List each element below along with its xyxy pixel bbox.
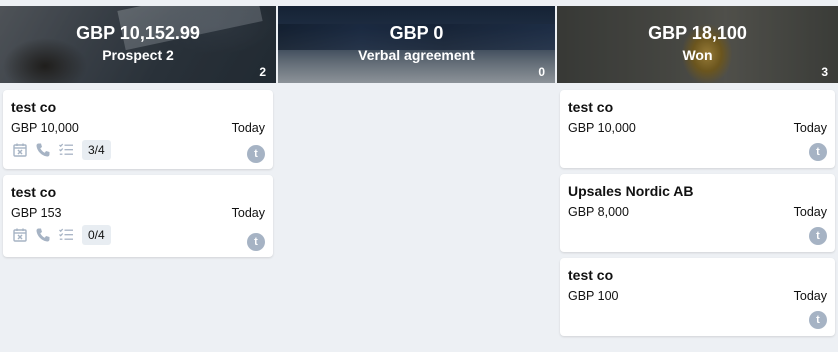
company-name[interactable]: test co [11, 98, 265, 116]
phone-icon[interactable] [34, 141, 52, 159]
opportunity-value: GBP 153 [11, 206, 62, 220]
opportunity-value: GBP 100 [568, 289, 619, 303]
company-name[interactable]: Upsales Nordic AB [568, 182, 827, 200]
company-name[interactable]: test co [568, 266, 827, 284]
avatar[interactable]: t [809, 227, 827, 245]
avatar[interactable]: t [247, 233, 265, 251]
opportunity-card[interactable]: test co GBP 10,000 Today t [560, 90, 835, 168]
avatar[interactable]: t [809, 143, 827, 161]
stage-header-background-image [0, 6, 276, 83]
stage-amount: GBP 0 [389, 23, 444, 43]
stage-amount: GBP 18,100 [648, 23, 747, 43]
stage-column-verbal-agreement: GBP 0 Verbal agreement 0 [278, 6, 555, 352]
checklist-progress[interactable]: 3/4 [82, 140, 111, 160]
opportunity-value: GBP 10,000 [11, 121, 79, 135]
checklist-progress[interactable]: 0/4 [82, 225, 111, 245]
stage-count: 2 [259, 65, 266, 79]
stage-name: Verbal agreement [358, 47, 475, 63]
close-date: Today [231, 121, 265, 135]
stage-header-background-image [278, 6, 555, 83]
card-list: test co GBP 10,000 Today 3/4 t test co G… [0, 83, 276, 257]
pipeline-board: GBP 10,152.99 Prospect 2 2 test co GBP 1… [0, 6, 838, 352]
stage-header[interactable]: GBP 0 Verbal agreement 0 [278, 6, 555, 83]
stage-amount: GBP 10,152.99 [76, 23, 200, 43]
stage-header-background-image [557, 6, 838, 83]
close-date: Today [793, 121, 827, 135]
stage-header[interactable]: GBP 18,100 Won 3 [557, 6, 838, 83]
opportunity-card[interactable]: test co GBP 10,000 Today 3/4 t [3, 90, 273, 169]
close-date: Today [793, 289, 827, 303]
opportunity-card[interactable]: test co GBP 100 Today t [560, 258, 835, 336]
phone-icon[interactable] [34, 226, 52, 244]
opportunity-value: GBP 8,000 [568, 205, 629, 219]
opportunity-card[interactable]: Upsales Nordic AB GBP 8,000 Today t [560, 174, 835, 252]
avatar[interactable]: t [809, 311, 827, 329]
card-list: test co GBP 10,000 Today t Upsales Nordi… [557, 83, 838, 336]
close-date: Today [231, 206, 265, 220]
company-name[interactable]: test co [11, 183, 265, 201]
company-name[interactable]: test co [568, 98, 827, 116]
opportunity-card[interactable]: test co GBP 153 Today 0/4 t [3, 175, 273, 257]
opportunity-value: GBP 10,000 [568, 121, 636, 135]
calendar-x-icon[interactable] [11, 226, 29, 244]
stage-count: 3 [821, 65, 828, 79]
stage-name: Won [682, 47, 713, 63]
card-list [278, 83, 555, 90]
close-date: Today [793, 205, 827, 219]
stage-name: Prospect 2 [102, 47, 174, 63]
calendar-x-icon[interactable] [11, 141, 29, 159]
avatar[interactable]: t [247, 145, 265, 163]
stage-column-prospect-2: GBP 10,152.99 Prospect 2 2 test co GBP 1… [0, 6, 276, 352]
stage-column-won: GBP 18,100 Won 3 test co GBP 10,000 Toda… [557, 6, 838, 352]
checklist-icon[interactable] [57, 141, 75, 159]
stage-count: 0 [538, 65, 545, 79]
checklist-icon[interactable] [57, 226, 75, 244]
stage-header[interactable]: GBP 10,152.99 Prospect 2 2 [0, 6, 276, 83]
